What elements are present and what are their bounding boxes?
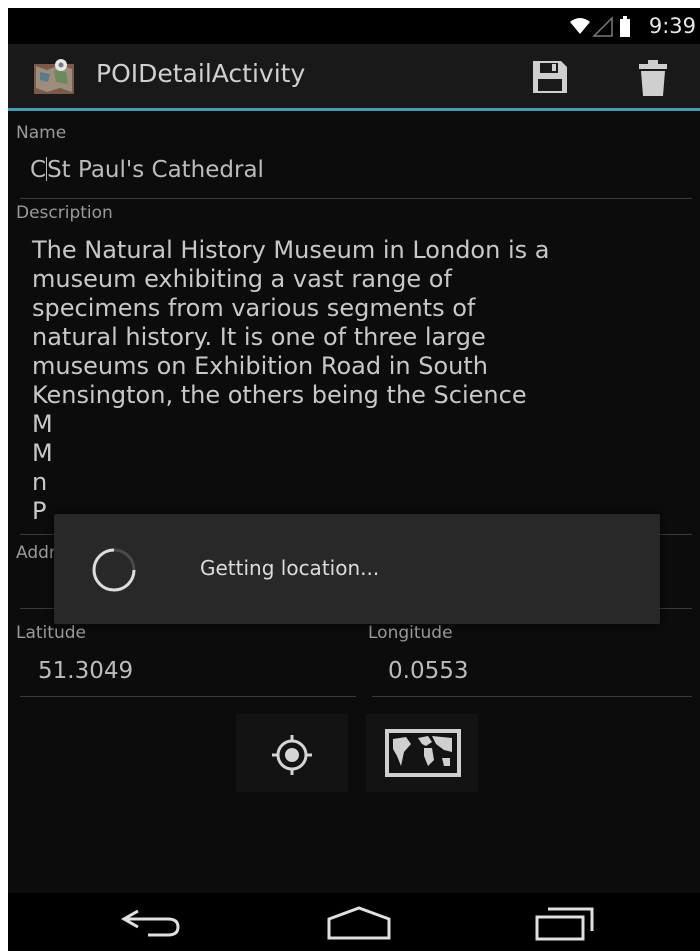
name-value: St Paul's Cathedral bbox=[47, 157, 264, 183]
name-label: Name bbox=[16, 123, 67, 143]
poi-detail-form: Name CSt Paul's Cathedral Description Th… bbox=[8, 111, 700, 893]
latitude-underline bbox=[20, 696, 356, 697]
clock-time: 9:39 bbox=[648, 14, 696, 38]
battery-icon bbox=[620, 16, 630, 37]
map-button[interactable] bbox=[366, 714, 478, 792]
name-prefix: C bbox=[30, 157, 47, 183]
page-title: POIDetailActivity bbox=[96, 59, 306, 88]
locate-icon bbox=[272, 735, 312, 775]
recents-icon[interactable] bbox=[534, 905, 596, 941]
status-bar: 9:39 bbox=[8, 8, 700, 44]
longitude-field[interactable]: 0.0553 bbox=[388, 658, 468, 684]
back-icon[interactable] bbox=[118, 905, 186, 941]
description-line: M bbox=[32, 410, 53, 438]
description-line: The Natural History Museum in London is … bbox=[32, 236, 550, 264]
description-line: specimens from various segments of bbox=[32, 294, 476, 322]
latitude-field[interactable]: 51.3049 bbox=[38, 658, 133, 684]
description-label: Description bbox=[16, 203, 113, 223]
save-icon[interactable] bbox=[532, 60, 568, 94]
delete-icon[interactable] bbox=[638, 60, 668, 96]
progress-dialog: Getting location... bbox=[54, 514, 660, 624]
longitude-underline bbox=[372, 696, 692, 697]
longitude-label: Longitude bbox=[368, 623, 453, 643]
name-field[interactable]: CSt Paul's Cathedral bbox=[30, 157, 264, 183]
action-bar: POIDetailActivity bbox=[8, 44, 700, 111]
navigation-bar bbox=[8, 893, 700, 951]
dialog-message: Getting location... bbox=[200, 556, 380, 580]
latitude-label: Latitude bbox=[16, 623, 86, 643]
name-underline bbox=[20, 198, 692, 199]
phone-screen: 9:39 POIDetailActivity Name CSt Paul's C… bbox=[8, 8, 700, 951]
wifi-icon bbox=[570, 18, 590, 34]
description-line: Kensington, the others being the Science bbox=[32, 381, 527, 409]
description-field[interactable]: The Natural History Museum in London is … bbox=[32, 236, 692, 526]
description-line: n bbox=[32, 468, 48, 496]
map-icon bbox=[385, 729, 461, 777]
home-icon[interactable] bbox=[326, 905, 392, 941]
loading-spinner-icon bbox=[92, 548, 136, 592]
description-line: museums on Exhibition Road in South bbox=[32, 352, 488, 380]
description-line: M bbox=[32, 439, 53, 467]
app-map-icon bbox=[34, 59, 74, 94]
description-line: museum exhibiting a vast range of bbox=[32, 265, 452, 293]
description-line: natural history. It is one of three larg… bbox=[32, 323, 486, 351]
status-icons bbox=[570, 16, 630, 37]
locate-button[interactable] bbox=[236, 714, 348, 792]
signal-icon bbox=[592, 16, 613, 37]
